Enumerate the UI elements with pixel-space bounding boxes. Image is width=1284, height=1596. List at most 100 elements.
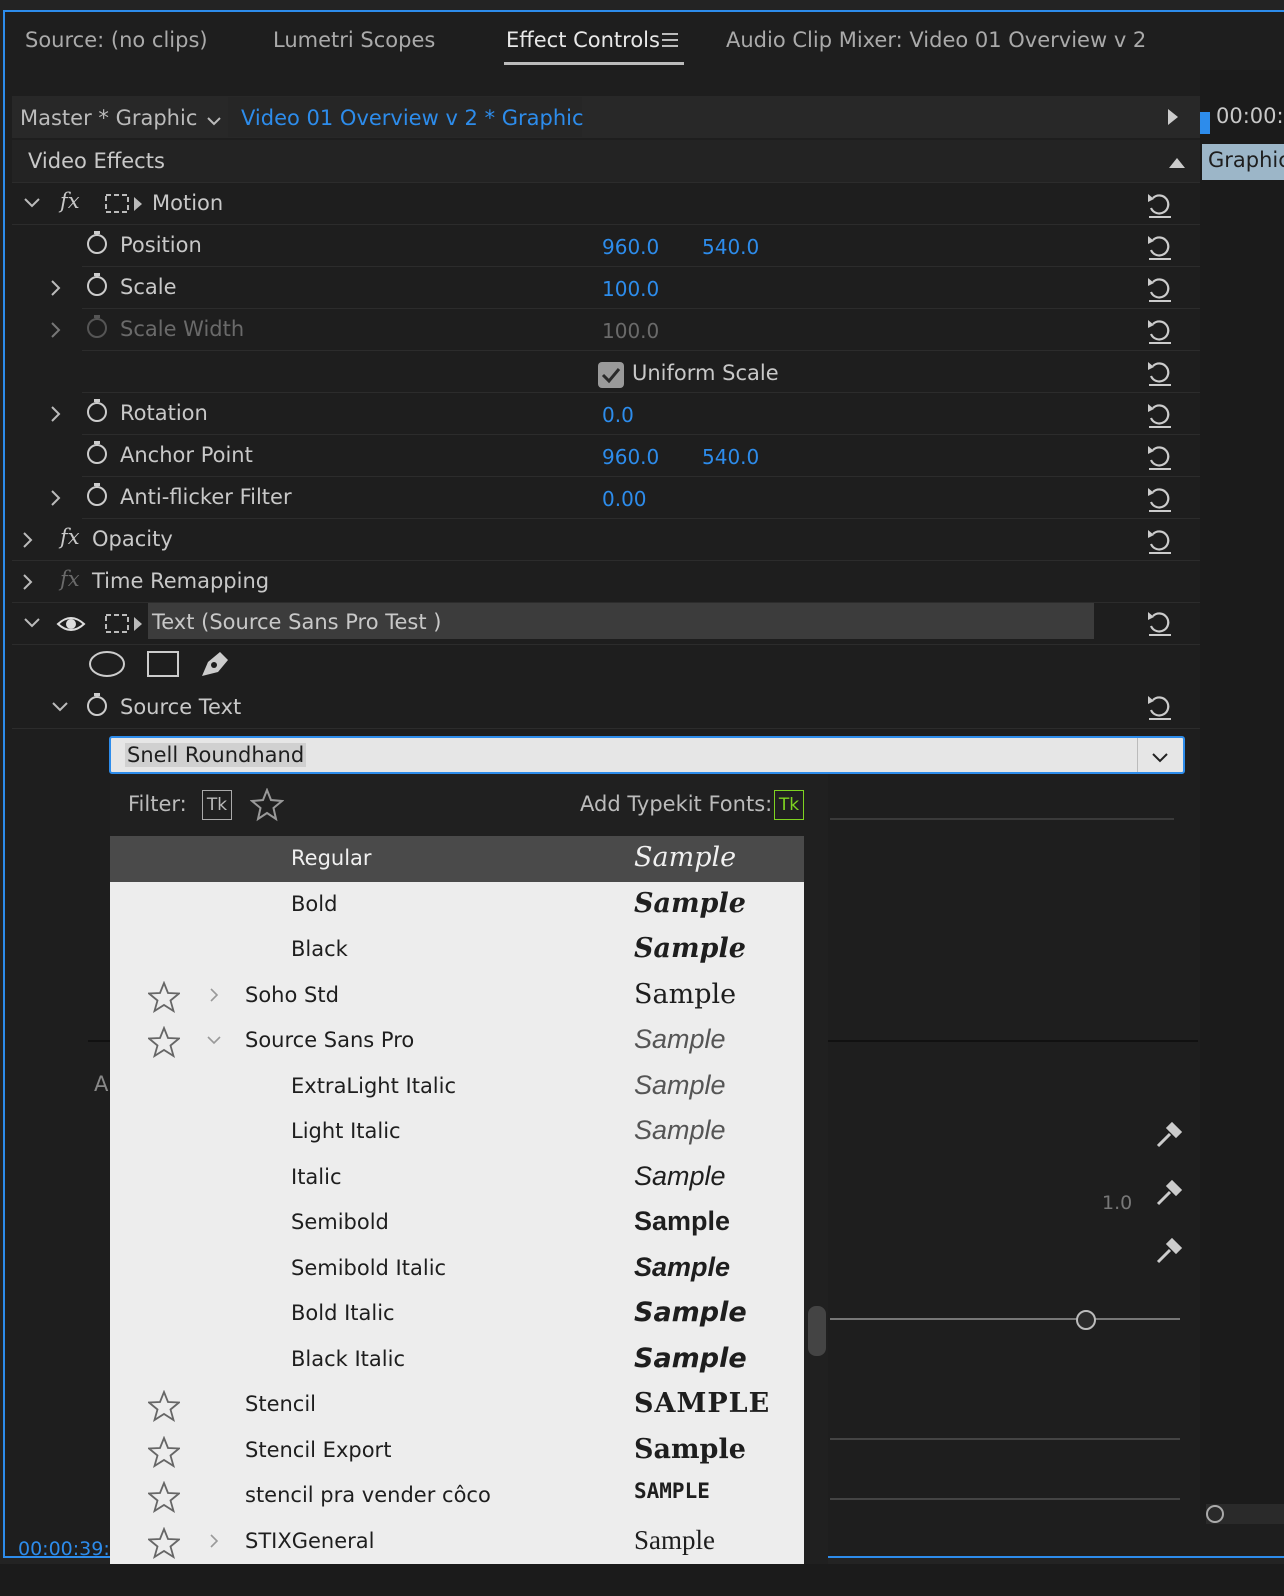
eye-icon[interactable] [56,614,86,638]
stopwatch-icon[interactable] [84,440,110,466]
tab-effect-controls[interactable]: Effect Controls [506,28,660,52]
font-list-item[interactable]: Bold Italic Sample [110,1291,804,1337]
ellipse-mask-icon[interactable] [88,650,126,682]
stopwatch-icon[interactable] [84,230,110,256]
rectangle-mask-icon[interactable] [146,650,180,682]
chevron-down-icon[interactable] [1151,749,1169,768]
font-list-item[interactable]: Black Sample [110,927,804,973]
font-list-item[interactable]: Semibold Italic Sample [110,1246,804,1292]
favorite-star-icon[interactable] [146,1389,182,1423]
font-list-scrollbar[interactable] [808,1306,826,1356]
chevron-right-icon[interactable] [48,278,68,298]
reset-parameter-icon[interactable] [1145,400,1175,430]
typekit-filter-button[interactable]: Tk [202,790,232,820]
reset-parameter-icon[interactable] [1145,442,1175,472]
favorite-star-icon[interactable] [146,1526,182,1559]
slider-handle[interactable] [1076,1310,1096,1330]
font-list-item[interactable]: Semibold Sample [110,1200,804,1246]
font-list-item[interactable]: ExtraLight Italic Sample [110,1064,804,1110]
panel-menu-icon[interactable] [662,32,680,52]
fx-icon[interactable]: 𝑓x [60,189,80,213]
reset-parameter-icon[interactable] [1145,232,1175,262]
chevron-right-icon[interactable] [20,530,40,550]
favorite-star-icon[interactable] [146,980,182,1013]
master-clip-label[interactable]: Master * Graphic [20,106,197,130]
mini-timeline[interactable] [1200,70,1284,1510]
chevron-right-icon[interactable] [20,572,40,592]
eyedropper-icon[interactable] [1154,1236,1184,1270]
eyedropper-icon[interactable] [1154,1178,1184,1212]
uniform-scale-label: Uniform Scale [632,361,779,385]
timeline-timecode: 00:00: [1216,104,1284,128]
reset-parameter-icon[interactable] [1145,358,1175,388]
chevron-right-icon[interactable] [206,1533,222,1549]
chevron-right-icon[interactable] [206,987,222,1003]
reset-parameter-icon[interactable] [1145,692,1175,722]
antiflicker-value[interactable]: 0.00 [602,487,647,511]
clip-label[interactable]: Video 01 Overview v 2 * Graphic [241,106,584,130]
collapse-triangle-icon[interactable] [1168,154,1186,173]
font-list-item[interactable]: Regular Sample [110,836,804,882]
pen-mask-icon[interactable] [198,646,232,684]
font-sample: Sample [634,1297,747,1328]
font-list-item[interactable]: Bold Sample [110,882,804,928]
font-sample: Sample [634,1160,726,1191]
stopwatch-icon [84,314,110,340]
chevron-right-icon[interactable] [48,488,68,508]
favorite-star-icon[interactable] [146,1435,182,1468]
reset-parameter-icon[interactable] [1145,484,1175,514]
font-family-value[interactable]: Snell Roundhand [125,743,307,767]
anchor-x-value[interactable]: 960.0 [602,445,659,469]
reset-parameter-icon[interactable] [1145,190,1175,220]
font-list-item[interactable]: STIXGeneral Sample [110,1519,804,1565]
font-list-item[interactable]: Soho Std Sample [110,973,804,1019]
stopwatch-icon[interactable] [84,482,110,508]
favorites-filter-star-icon[interactable] [249,787,285,826]
chevron-right-icon[interactable] [48,404,68,424]
reset-parameter-icon[interactable] [1145,526,1175,556]
playhead[interactable] [1200,112,1210,134]
favorite-star-icon[interactable] [146,1025,182,1059]
font-sample: Sample [634,842,737,873]
font-name: Source Sans Pro [245,1028,415,1052]
add-typekit-button[interactable]: Tk [774,790,804,820]
chevron-down-icon[interactable] [206,1032,222,1048]
tab-audio-clip-mixer[interactable]: Audio Clip Mixer: Video 01 Overview v 2 [726,28,1146,52]
font-list-item[interactable]: stencil pra vender côco SAMPLE [110,1473,804,1519]
transform-icon[interactable] [104,612,144,640]
eyedropper-icon[interactable] [1154,1120,1184,1154]
expand-timeline-icon[interactable] [1167,108,1179,130]
tab-source[interactable]: Source: (no clips) [25,28,208,52]
slider-track[interactable] [830,1318,1180,1320]
font-list-item[interactable]: Stencil SAMPLE [110,1382,804,1428]
reset-parameter-icon[interactable] [1145,316,1175,346]
uniform-scale-checkbox[interactable] [598,362,624,388]
position-x-value[interactable]: 960.0 [602,235,659,259]
font-list-item[interactable]: Source Sans Pro Sample [110,1018,804,1064]
zoom-handle[interactable] [1206,1505,1224,1523]
position-y-value[interactable]: 540.0 [702,235,759,259]
anchor-y-value[interactable]: 540.0 [702,445,759,469]
stopwatch-icon[interactable] [84,398,110,424]
favorite-star-icon[interactable] [146,1480,182,1514]
font-list-item[interactable]: Black Italic Sample [110,1337,804,1383]
tab-lumetri-scopes[interactable]: Lumetri Scopes [273,28,435,52]
stopwatch-icon[interactable] [84,272,110,298]
current-timecode[interactable]: 00:00:39: [18,1538,110,1560]
rotation-value[interactable]: 0.0 [602,403,634,427]
font-list-item[interactable]: Stencil Export Sample [110,1428,804,1474]
font-list-item[interactable]: Light Italic Sample [110,1109,804,1155]
font-list-item[interactable]: Italic Sample [110,1155,804,1201]
chevron-right-icon[interactable] [48,320,68,340]
chevron-down-icon[interactable] [206,112,222,131]
fx-icon[interactable]: 𝑓x [60,525,80,549]
stopwatch-icon[interactable] [84,692,110,718]
chevron-down-icon[interactable] [22,615,42,635]
reset-parameter-icon[interactable] [1145,608,1175,638]
reset-parameter-icon[interactable] [1145,274,1175,304]
font-family-select[interactable]: Snell Roundhand [109,736,1185,774]
chevron-down-icon[interactable] [22,195,42,215]
scale-value[interactable]: 100.0 [602,277,659,301]
chevron-down-icon[interactable] [50,699,70,719]
transform-icon[interactable] [104,192,144,220]
